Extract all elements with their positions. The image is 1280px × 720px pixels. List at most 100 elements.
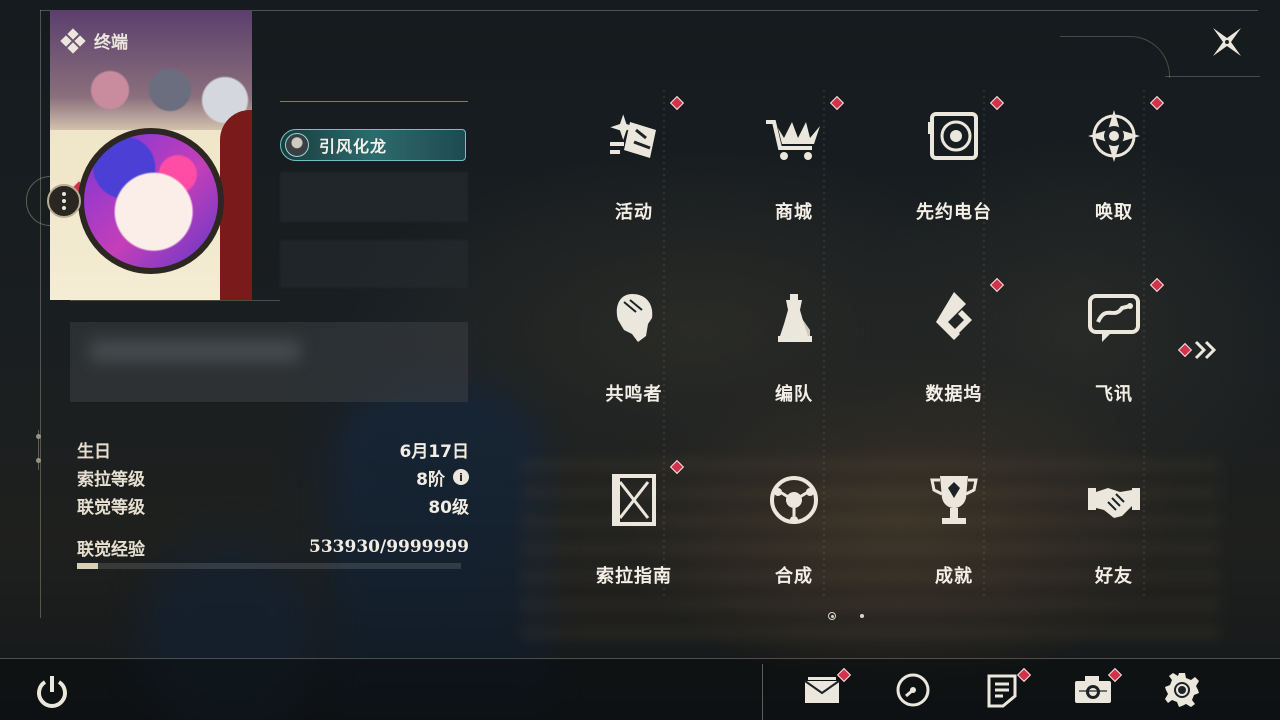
notification-badge <box>669 459 685 475</box>
menu-item-events[interactable]: 活动 <box>554 88 714 258</box>
next-page-button[interactable] <box>1177 340 1218 360</box>
player-name: 引风化龙 <box>319 137 388 156</box>
menu-item-label: 共鸣者 <box>605 384 663 405</box>
menu-item-achievements[interactable]: 成就 <box>874 452 1034 622</box>
stat-value: 80级 <box>428 497 469 518</box>
notification-badge <box>989 95 1005 111</box>
stat-value-wrap: 8阶 i <box>416 465 469 490</box>
handshake-icon <box>1084 470 1144 530</box>
dot <box>62 192 66 196</box>
info-icon[interactable]: i <box>453 469 469 485</box>
notification-badge <box>669 95 685 111</box>
settings-gear-icon <box>1165 673 1199 707</box>
player-id-blurred <box>280 240 468 288</box>
page-dot[interactable] <box>860 614 864 618</box>
page-indicator <box>828 612 864 620</box>
exp-progress-bar <box>77 563 461 569</box>
frame-line-short <box>1165 76 1260 77</box>
exp-value: 533930/9999999 <box>309 537 469 557</box>
trophy-icon <box>924 470 984 530</box>
notice-icon <box>987 674 1017 708</box>
dot <box>62 199 66 203</box>
profile-more-button[interactable] <box>47 184 81 218</box>
nameplate-divider <box>280 101 468 102</box>
menu-item-shop[interactable]: 商城 <box>714 88 874 258</box>
stat-row-birthday: 生日 6月17日 <box>77 435 469 463</box>
menu-item-data-dock[interactable]: 数据坞 <box>874 270 1034 440</box>
notification-badge <box>1149 277 1165 293</box>
bottom-bar-separator <box>762 664 763 720</box>
menu-item-label: 编队 <box>775 384 813 405</box>
radio-speaker-icon <box>924 106 984 166</box>
function-menu-grid: 活动 商城 先约电台 唤取 共鸣者 编队 数据坞 飞讯 索拉指南 合成 成就 好… <box>554 88 1194 598</box>
menu-item-radio[interactable]: 先约电台 <box>874 88 1034 258</box>
stat-value: 8阶 <box>416 469 445 490</box>
stat-label: 索拉等级 <box>77 469 145 490</box>
stat-value: 6月17日 <box>399 441 470 462</box>
menu-item-summon[interactable]: 唤取 <box>1034 88 1194 258</box>
double-chevron-right-icon <box>1194 340 1217 360</box>
menu-item-friends[interactable]: 好友 <box>1034 452 1194 622</box>
menu-item-synthesis[interactable]: 合成 <box>714 452 874 622</box>
data-dock-icon <box>924 288 984 348</box>
synthesis-ring-icon <box>764 470 824 530</box>
notification-badge <box>1177 342 1193 358</box>
stat-row-union-exp: 联觉经验 533930/9999999 <box>77 533 469 561</box>
player-nameplate[interactable]: 引风化龙 <box>280 129 466 161</box>
terminal-icon <box>60 27 86 54</box>
menu-item-label: 唤取 <box>1095 202 1133 223</box>
notification-badge <box>989 277 1005 293</box>
message-chat-icon <box>1084 288 1144 348</box>
dot <box>62 206 66 210</box>
notification-badge <box>829 95 845 111</box>
page-title-text: 终端 <box>94 33 128 53</box>
page-title: 终端 <box>60 27 128 54</box>
player-info-blurred <box>280 172 468 222</box>
stat-label: 生日 <box>77 441 111 462</box>
exp-label: 联觉经验 <box>77 539 145 560</box>
menu-item-label: 索拉指南 <box>596 566 672 587</box>
exp-progress-fill <box>77 563 98 569</box>
menu-item-label: 数据坞 <box>925 384 983 405</box>
guide-book-icon <box>604 470 664 530</box>
signature-box[interactable] <box>70 322 468 402</box>
nameplate-avatar <box>285 133 309 157</box>
stat-row-sola-level: 索拉等级 8阶 i <box>77 463 469 491</box>
frame-line-left <box>40 10 41 618</box>
summon-compass-icon <box>1084 106 1144 166</box>
menu-item-team[interactable]: 编队 <box>714 270 874 440</box>
profile-divider <box>70 300 280 301</box>
player-stats: 生日 6月17日 索拉等级 8阶 i 联觉等级 80级 联觉经验 533930/… <box>77 435 469 569</box>
close-button[interactable] <box>1205 22 1249 62</box>
resonator-head-icon <box>604 288 664 348</box>
clock-icon <box>896 673 930 707</box>
menu-item-messages[interactable]: 飞讯 <box>1034 270 1194 440</box>
stat-row-union-level: 联觉等级 80级 <box>77 491 469 519</box>
camera-icon <box>1075 676 1111 703</box>
close-icon <box>1213 28 1241 56</box>
menu-item-label: 成就 <box>935 566 973 587</box>
player-avatar[interactable] <box>78 128 224 274</box>
signature-blurred <box>90 340 300 362</box>
sparkle-event-icon <box>604 106 664 166</box>
menu-item-guide[interactable]: 索拉指南 <box>554 452 714 622</box>
team-chess-icon <box>764 288 824 348</box>
menu-item-label: 好友 <box>1095 566 1133 587</box>
clock-button[interactable] <box>891 668 935 712</box>
settings-button[interactable] <box>1160 668 1204 712</box>
page-dot-active[interactable] <box>828 612 836 620</box>
menu-item-label: 飞讯 <box>1095 384 1133 405</box>
stat-label: 联觉等级 <box>77 497 145 518</box>
menu-item-label: 合成 <box>775 566 813 587</box>
power-icon <box>37 676 67 708</box>
menu-item-resonators[interactable]: 共鸣者 <box>554 270 714 440</box>
notification-badge <box>1149 95 1165 111</box>
menu-item-label: 先约电台 <box>916 202 992 223</box>
left-ornament <box>36 430 43 470</box>
menu-item-label: 商城 <box>775 202 813 223</box>
card-art-detail <box>220 110 252 300</box>
mail-icon <box>804 677 840 703</box>
power-button[interactable] <box>32 672 72 712</box>
menu-item-label: 活动 <box>615 202 653 223</box>
shop-crown-cart-icon <box>764 106 824 166</box>
